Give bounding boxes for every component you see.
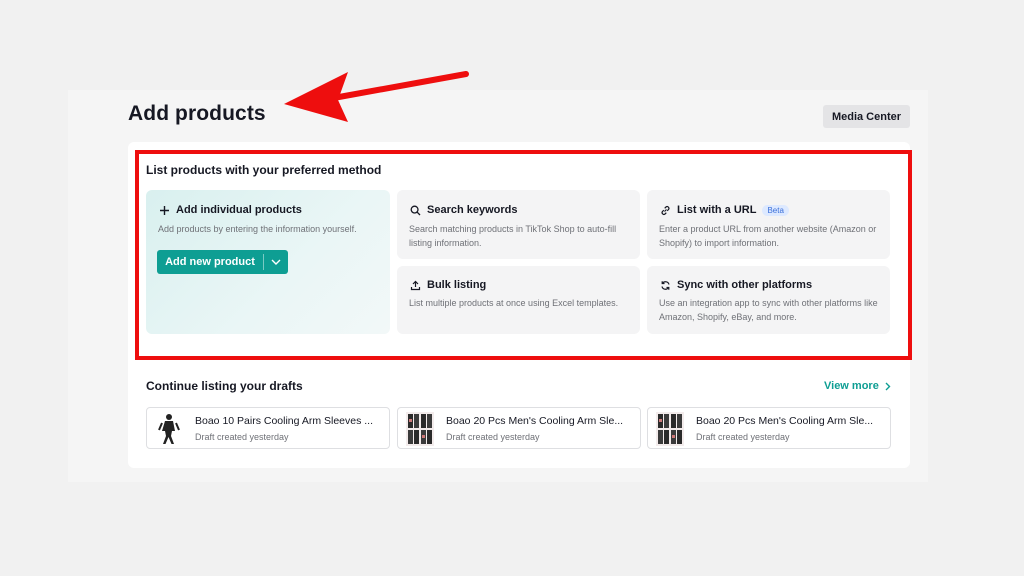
- draft-item[interactable]: Boao 20 Pcs Men's Cooling Arm Sle... Dra…: [397, 407, 641, 449]
- draft-status: Draft created yesterday: [446, 432, 540, 442]
- product-thumbnail: [655, 412, 685, 446]
- media-center-button[interactable]: Media Center: [823, 105, 910, 128]
- draft-status: Draft created yesterday: [696, 432, 790, 442]
- product-thumbnail: [154, 412, 184, 446]
- draft-item[interactable]: Boao 10 Pairs Cooling Arm Sleeves ... Dr…: [146, 407, 390, 449]
- product-thumbnail: [405, 412, 435, 446]
- drafts-section-title: Continue listing your drafts: [146, 379, 303, 393]
- annotation-highlight-box: [135, 150, 912, 360]
- draft-name: Boao 10 Pairs Cooling Arm Sleeves ...: [195, 415, 374, 427]
- view-more-label[interactable]: View more: [824, 380, 879, 392]
- draft-name: Boao 20 Pcs Men's Cooling Arm Sle...: [696, 415, 874, 427]
- annotation-arrow: [284, 71, 469, 122]
- chevron-right-icon[interactable]: [885, 382, 891, 391]
- draft-item[interactable]: Boao 20 Pcs Men's Cooling Arm Sle... Dra…: [647, 407, 891, 449]
- draft-status: Draft created yesterday: [195, 432, 289, 442]
- view-more-link[interactable]: View more: [824, 380, 891, 392]
- draft-name: Boao 20 Pcs Men's Cooling Arm Sle...: [446, 415, 624, 427]
- page-title: Add products: [128, 102, 266, 125]
